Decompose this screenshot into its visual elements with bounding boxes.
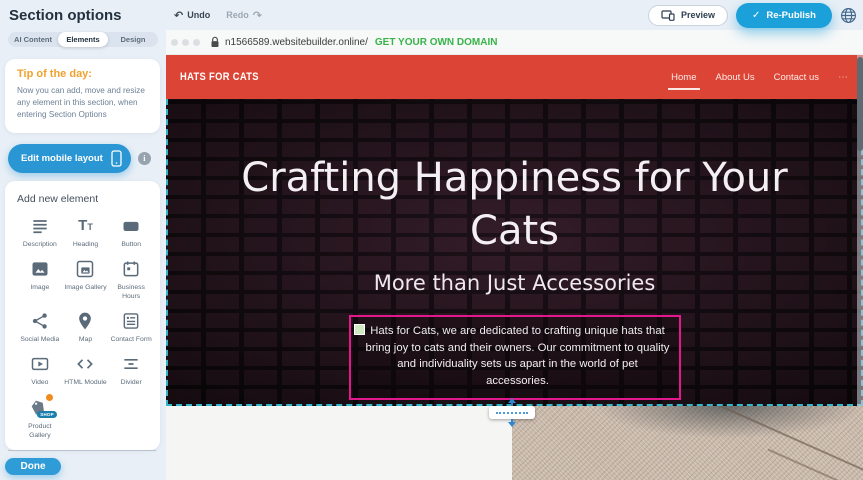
- info-icon[interactable]: i: [138, 152, 151, 165]
- element-description[interactable]: Description: [17, 215, 63, 249]
- section-resize-handle[interactable]: [489, 398, 535, 427]
- code-icon: [75, 353, 95, 375]
- contact-form-icon: [121, 310, 141, 332]
- redo-label: Redo: [226, 10, 249, 20]
- site-preview: n1566589.websitebuilder.online/ GET YOUR…: [166, 30, 863, 480]
- nav-more-menu[interactable]: ⋯: [838, 72, 849, 83]
- product-gallery-icon: SHOP: [28, 397, 52, 419]
- panel-divider: [8, 450, 156, 451]
- hero-section[interactable]: Crafting Happiness for Your Cats More th…: [166, 99, 863, 406]
- new-badge: [45, 393, 54, 402]
- element-image[interactable]: Image: [17, 258, 63, 301]
- business-hours-icon: [121, 258, 141, 280]
- element-contact-form[interactable]: Contact Form: [108, 310, 154, 344]
- tab-elements[interactable]: Elements: [58, 32, 108, 47]
- text-lines-icon: [30, 215, 50, 237]
- edit-mobile-label: Edit mobile layout: [21, 153, 103, 164]
- scrollbar-thumb[interactable]: [857, 57, 863, 151]
- panel-tabs: AI Content Elements Design: [8, 32, 158, 47]
- image-icon: [30, 258, 50, 280]
- selected-text-element[interactable]: Hats for Cats, we are dedicated to craft…: [349, 315, 681, 401]
- republish-label: Re-Publish: [766, 10, 816, 21]
- element-grid: Description TT Heading Button: [17, 215, 154, 440]
- done-button[interactable]: Done: [5, 458, 61, 475]
- check-icon: ✓: [752, 10, 760, 21]
- hero-subtitle[interactable]: More than Just Accessories: [168, 271, 861, 295]
- tip-body: Now you can add, move and resize any ele…: [17, 85, 148, 121]
- sidebar-panel: AI Content Elements Design Tip of the da…: [0, 30, 166, 480]
- app-root: Section options ↶ Undo Redo ↷ Preview: [0, 0, 863, 480]
- element-html-module[interactable]: HTML Module: [63, 353, 109, 387]
- language-globe-button[interactable]: [840, 7, 857, 24]
- lock-icon: [210, 36, 220, 48]
- button-icon: [121, 215, 141, 237]
- url-text[interactable]: n1566589.websitebuilder.online/: [225, 37, 368, 48]
- element-drag-handle[interactable]: [354, 324, 365, 335]
- site-nav: Home About Us Contact us ⋯: [671, 72, 849, 83]
- undo-button[interactable]: ↶ Undo: [174, 9, 210, 22]
- heading-icon: TT: [78, 215, 93, 237]
- map-pin-icon: [75, 310, 95, 332]
- redo-icon: ↷: [253, 9, 262, 22]
- divider-icon: [121, 353, 141, 375]
- nav-about-us[interactable]: About Us: [716, 72, 755, 83]
- history-controls: ↶ Undo Redo ↷: [174, 9, 262, 22]
- element-heading[interactable]: TT Heading: [63, 215, 109, 249]
- browser-bar: n1566589.websitebuilder.online/ GET YOUR…: [166, 30, 863, 55]
- next-section-carpet-image: [512, 406, 863, 480]
- hero-title[interactable]: Crafting Happiness for Your Cats: [235, 152, 795, 258]
- topbar-actions: Preview ✓ Re-Publish: [648, 3, 863, 28]
- nav-home[interactable]: Home: [671, 72, 696, 83]
- element-button[interactable]: Button: [108, 215, 154, 249]
- element-business-hours[interactable]: Business Hours: [108, 258, 154, 301]
- shop-tag: SHOP: [37, 411, 57, 418]
- republish-button[interactable]: ✓ Re-Publish: [736, 3, 832, 28]
- carpet-seam: [644, 406, 863, 478]
- hero-paragraph: Hats for Cats, we are dedicated to craft…: [365, 323, 671, 391]
- tab-ai-content[interactable]: AI Content: [8, 32, 58, 47]
- get-domain-link[interactable]: GET YOUR OWN DOMAIN: [375, 37, 498, 48]
- preview-button[interactable]: Preview: [648, 5, 728, 26]
- element-video[interactable]: Video: [17, 353, 63, 387]
- add-element-card: Add new element Description TT Heading: [5, 181, 160, 450]
- topbar: Section options ↶ Undo Redo ↷ Preview: [0, 0, 863, 30]
- devices-icon: [661, 10, 675, 21]
- tab-design[interactable]: Design: [108, 32, 158, 47]
- window-dots: [171, 39, 200, 46]
- page-title: Section options: [0, 7, 166, 24]
- phone-icon: [111, 150, 122, 167]
- element-divider[interactable]: Divider: [108, 353, 154, 387]
- site-logo[interactable]: HATS FOR CATS: [180, 71, 259, 83]
- undo-label: Undo: [187, 10, 210, 20]
- mobile-layout-row: Edit mobile layout i: [8, 144, 166, 173]
- element-product-gallery[interactable]: SHOP Product Gallery: [17, 397, 63, 440]
- video-icon: [30, 353, 50, 375]
- globe-icon: [840, 7, 857, 24]
- tip-title: Tip of the day:: [17, 68, 148, 80]
- element-map[interactable]: Map: [63, 310, 109, 344]
- add-element-heading: Add new element: [17, 193, 154, 205]
- preview-label: Preview: [681, 10, 715, 20]
- redo-button[interactable]: Redo ↷: [226, 9, 262, 22]
- undo-icon: ↶: [174, 9, 183, 22]
- next-section-blank: [166, 406, 512, 480]
- edit-mobile-layout-button[interactable]: Edit mobile layout: [8, 144, 131, 173]
- site-header: HATS FOR CATS Home About Us Contact us ⋯: [166, 55, 863, 99]
- nav-contact-us[interactable]: Contact us: [774, 72, 819, 83]
- tip-of-the-day-card: Tip of the day: Now you can add, move an…: [5, 59, 160, 133]
- element-image-gallery[interactable]: Image Gallery: [63, 258, 109, 301]
- element-social-media[interactable]: Social Media: [17, 310, 63, 344]
- image-gallery-icon: [75, 258, 95, 280]
- share-icon: [30, 310, 50, 332]
